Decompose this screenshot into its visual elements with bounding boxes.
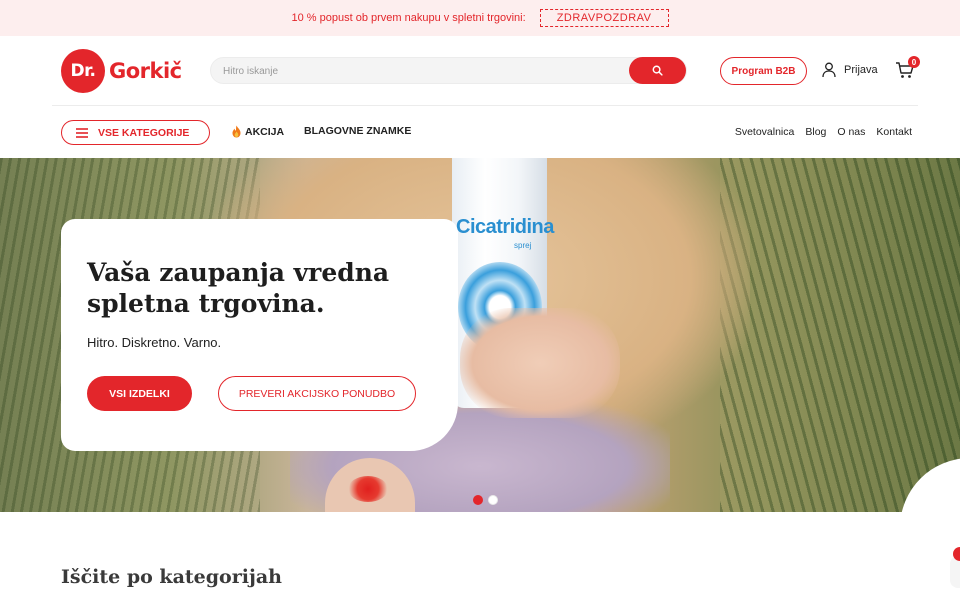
login-link[interactable]: Prijava [822,62,878,78]
secondary-nav: Svetovalnica Blog O nas Kontakt [735,126,912,138]
all-categories-button[interactable]: VSE KATEGORIJE [61,120,210,145]
categories-section-title: Iščite po kategorijah [61,566,282,588]
hero-title: Vaša zaupanja vredna spletna trgovina. [87,258,390,318]
search-button[interactable] [629,57,686,84]
logo-badge: Dr. [61,49,105,93]
login-label: Prijava [844,64,878,76]
hamburger-menu-icon [76,127,88,138]
all-categories-label: VSE KATEGORIJE [98,126,190,139]
hero-photo-hand [460,308,620,418]
search-input[interactable] [223,62,623,80]
b2b-program-button[interactable]: Program B2B [720,57,807,85]
slider-dot-2[interactable] [488,495,498,505]
nav-link-blog[interactable]: Blog [805,126,826,138]
slider-dot-1[interactable] [473,495,483,505]
nav-link-svetovalnica[interactable]: Svetovalnica [735,126,795,138]
promo-text: 10 % popust ob prvem nakupu v spletni tr… [291,12,526,24]
search-bar [210,57,687,84]
cart-button[interactable]: 0 [895,56,920,82]
site-header: Dr. Gorkič Program B2B Prijava 0 [0,36,960,106]
nav-link-kontakt[interactable]: Kontakt [876,126,912,138]
product-label: Cicatridina [456,216,554,238]
all-products-button[interactable]: VSI IZDELKI [87,376,192,411]
hero-subtitle: Hitro. Diskretno. Varno. [87,335,222,350]
floating-chat-badge[interactable] [953,547,960,561]
logo-name: Gorkič [109,59,182,83]
check-offers-button[interactable]: PREVERI AKCIJSKO PONUDBO [218,376,416,411]
hero-card: Vaša zaupanja vredna spletna trgovina. H… [61,219,458,451]
fire-icon [232,125,241,138]
nav-link-o-nas[interactable]: O nas [837,126,865,138]
promo-code[interactable]: ZDRAVPOZDRAV [539,9,669,27]
logo[interactable]: Dr. Gorkič [61,49,182,93]
nav-akcija-label: AKCIJA [245,125,285,138]
hero-background-grass-right [720,158,960,512]
main-nav: VSE KATEGORIJE AKCIJA BLAGOVNE ZNAMKE Sv… [0,106,960,158]
product-sublabel: sprej [514,241,532,250]
cart-count-badge: 0 [908,56,920,68]
user-icon [822,62,836,78]
promo-bar: 10 % popust ob prvem nakupu v spletni tr… [0,0,960,36]
slider-dots [473,495,498,505]
hero-photo-wound [348,476,388,502]
nav-akcija[interactable]: AKCIJA [231,125,284,138]
nav-brands[interactable]: BLAGOVNE ZNAMKE [304,125,411,137]
search-icon [652,65,663,76]
